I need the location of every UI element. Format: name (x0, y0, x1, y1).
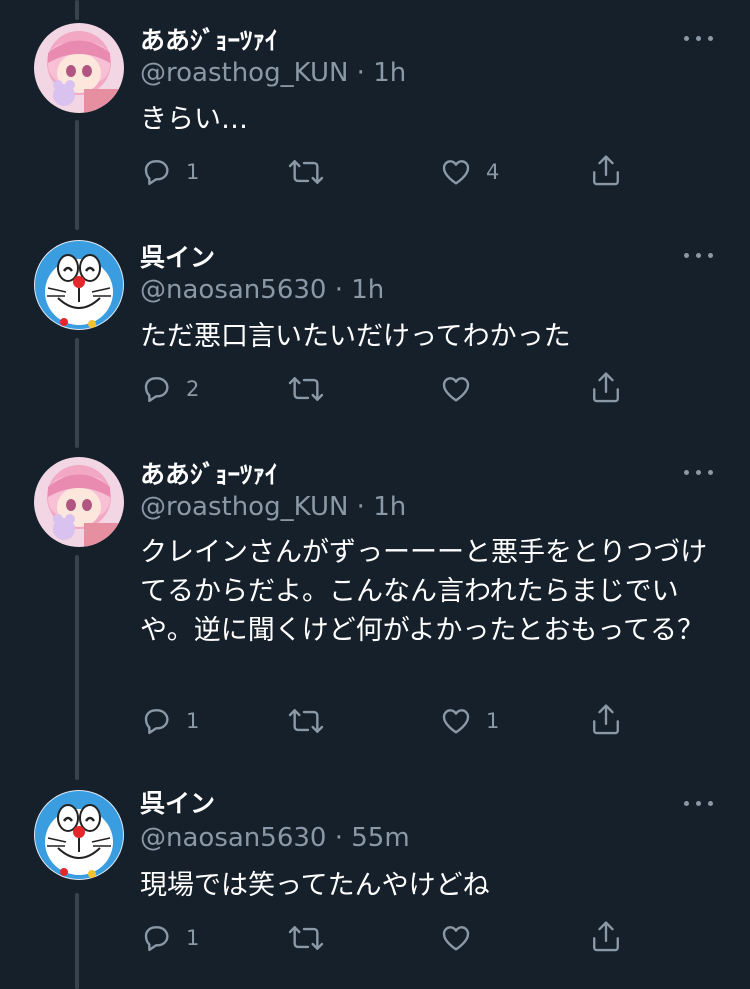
handle-and-time[interactable]: @naosan5630 · 1h (140, 274, 384, 306)
reply-icon (144, 160, 169, 186)
like-count: 4 (486, 160, 500, 184)
avatar[interactable] (34, 457, 124, 547)
doraemon-avatar-icon (34, 790, 124, 880)
share-button[interactable] (590, 154, 622, 188)
display-name[interactable]: ああｼﾞｮｰﾂｧｲ (140, 459, 278, 491)
handle-and-time[interactable]: @roasthog_KUN · 1h (140, 57, 406, 89)
display-name[interactable]: 呉イン (140, 788, 215, 820)
reply-icon (144, 377, 169, 403)
like-button[interactable] (440, 373, 486, 405)
share-button[interactable] (590, 703, 622, 737)
reply-count: 1 (186, 709, 200, 733)
reply-icon (144, 709, 169, 735)
share-button[interactable] (590, 371, 622, 405)
more-icon[interactable] (684, 250, 714, 260)
share-button[interactable] (590, 920, 622, 954)
anime-girl-avatar-icon (34, 23, 124, 113)
reply-count: 2 (186, 377, 200, 401)
reply-icon (144, 926, 169, 952)
like-button[interactable]: 1 (440, 705, 499, 737)
like-icon (442, 709, 470, 734)
share-icon (593, 372, 619, 403)
tweet-text: きらい… (140, 104, 248, 135)
retweet-button[interactable] (288, 156, 338, 188)
display-name[interactable]: ああｼﾞｮｰﾂｧｲ (140, 25, 278, 57)
tweet-text: ただ悪口言いたいだけってわかった (140, 321, 571, 352)
handle-and-time[interactable]: @roasthog_KUN · 1h (140, 491, 406, 523)
retweet-button[interactable] (288, 373, 338, 405)
reply-button[interactable]: 2 (140, 373, 199, 405)
retweet-icon (288, 160, 324, 184)
tweet-text: 現場では笑ってたんやけどね (140, 870, 490, 901)
like-button[interactable] (440, 922, 486, 954)
retweet-icon (288, 377, 324, 401)
reply-button[interactable]: 1 (140, 156, 199, 188)
more-icon[interactable] (684, 33, 714, 43)
handle-and-time[interactable]: @naosan5630 · 55m (140, 822, 410, 854)
tweet[interactable]: 呉イン @naosan5630 · 55m 現場では笑ってたんやけどね 1 (0, 769, 750, 989)
share-icon (593, 921, 619, 952)
tweet[interactable]: ああｼﾞｮｰﾂｧｲ @roasthog_KUN · 1h きらい… 1 4 (0, 0, 750, 215)
more-icon[interactable] (684, 798, 714, 808)
anime-girl-avatar-icon (34, 457, 124, 547)
like-count: 1 (486, 709, 500, 733)
doraemon-avatar-icon (34, 240, 124, 330)
tweet[interactable]: ああｼﾞｮｰﾂｧｲ @roasthog_KUN · 1h クレインさんがずっーー… (0, 434, 750, 764)
reply-count: 1 (186, 926, 200, 950)
like-button[interactable]: 4 (440, 156, 499, 188)
reply-button[interactable]: 1 (140, 922, 199, 954)
avatar[interactable] (34, 240, 124, 330)
reply-button[interactable]: 1 (140, 705, 199, 737)
like-icon (442, 160, 470, 185)
reply-count: 1 (186, 160, 200, 184)
more-icon[interactable] (684, 467, 714, 477)
retweet-icon (288, 926, 324, 950)
avatar[interactable] (34, 23, 124, 113)
share-icon (593, 704, 619, 735)
tweet[interactable]: 呉イン @naosan5630 · 1h ただ悪口言いたいだけってわかった 2 (0, 217, 750, 432)
like-icon (442, 926, 470, 951)
like-icon (442, 377, 470, 402)
share-icon (593, 155, 619, 186)
display-name[interactable]: 呉イン (140, 242, 215, 274)
retweet-button[interactable] (288, 922, 338, 954)
retweet-icon (288, 709, 324, 733)
tweet-text: クレインさんがずっーーーと悪手をとりつづけてるからだよ。こんなん言われたらまじで… (140, 537, 708, 646)
avatar[interactable] (34, 790, 124, 880)
retweet-button[interactable] (288, 705, 338, 737)
